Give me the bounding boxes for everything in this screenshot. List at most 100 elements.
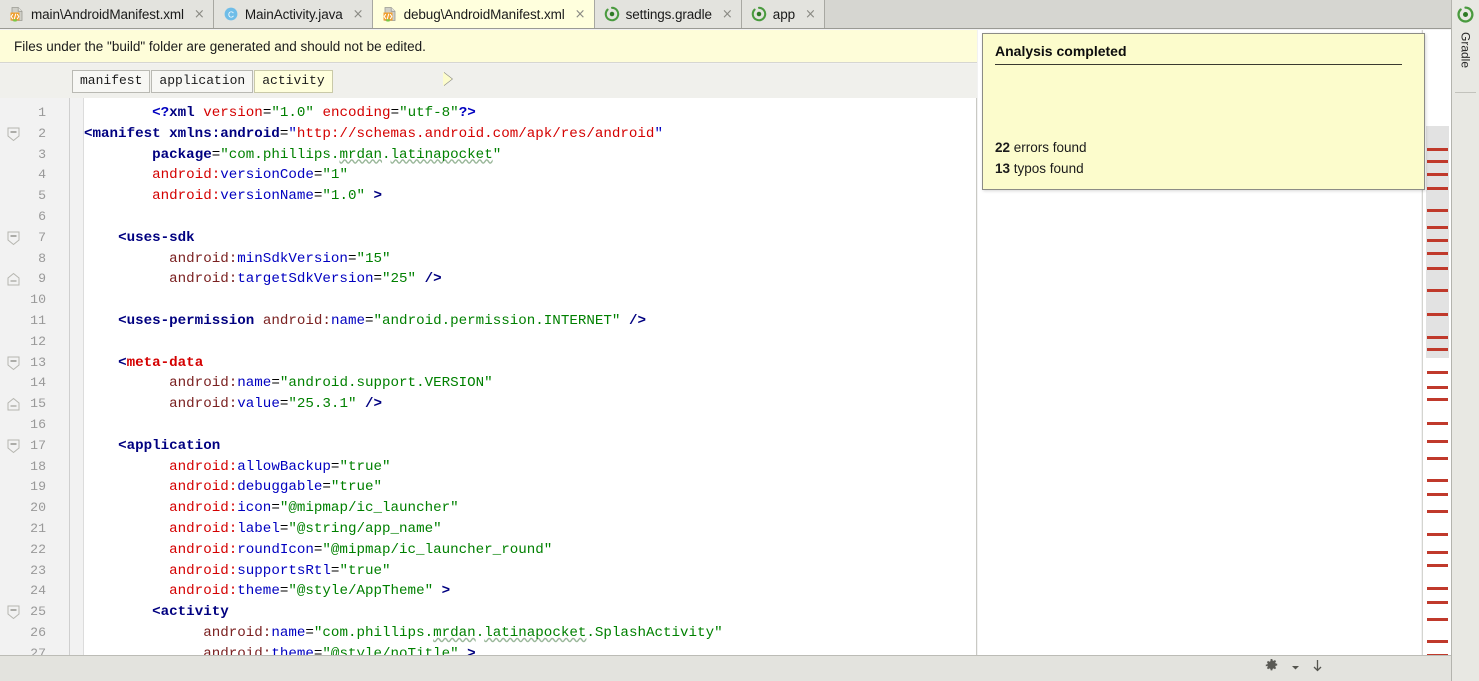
line-number: 16 [30,417,46,432]
fold-end-icon[interactable] [6,397,21,412]
stripe-error-marker[interactable] [1427,533,1448,536]
typos-count: 13 [995,161,1011,176]
stripe-error-marker[interactable] [1427,457,1448,460]
fold-collapse-icon[interactable] [6,127,21,142]
inspection-error-stripe[interactable]: ! [1422,30,1451,673]
code-line: android:versionCode="1" [152,167,348,184]
stripe-error-marker[interactable] [1427,493,1448,496]
tooltip-pointer [443,72,452,86]
status-bar [0,655,1451,681]
code-line: <manifest xmlns:android="http://schemas.… [84,125,663,142]
close-icon[interactable]: × [353,8,364,21]
stripe-error-marker[interactable] [1427,386,1448,389]
stripe-error-marker[interactable] [1427,239,1448,242]
code-line: android:versionName="1.0" > [152,188,383,205]
code-line: android:label="@string/app_name" [169,521,442,537]
code-line: <meta-data [118,354,204,371]
code-line: android:minSdkVersion="15" [169,250,391,267]
stripe-error-marker[interactable] [1427,226,1448,229]
stripe-error-marker[interactable] [1427,551,1448,554]
editor-tab-4[interactable]: app × [741,0,825,28]
stripe-error-marker[interactable] [1427,348,1448,351]
editor-tab-2[interactable]: debug\AndroidManifest.xml × [372,0,595,28]
fold-collapse-icon[interactable] [6,439,21,454]
gradle-icon [604,6,620,22]
line-number: 11 [30,313,46,328]
code-line: <activity [152,604,229,621]
stripe-error-marker[interactable] [1427,510,1448,513]
code-line: android:icon="@mipmap/ic_launcher" [169,500,459,517]
editor-tab-3[interactable]: settings.gradle × [594,0,742,28]
line-number: 8 [38,250,46,266]
editor-tab-label: debug\AndroidManifest.xml [403,6,565,22]
arrow-down-icon[interactable] [1312,659,1323,678]
stripe-error-marker[interactable] [1427,289,1448,292]
stripe-error-marker[interactable] [1427,479,1448,482]
stripe-error-marker[interactable] [1427,252,1448,255]
close-icon[interactable]: × [805,8,816,21]
stripe-error-marker[interactable] [1427,640,1448,643]
code-line: <application [118,437,221,454]
tool-window-button-gradle[interactable]: Gradle [1452,2,1479,69]
fold-guide-line [69,98,70,668]
android-xml-icon [382,6,398,22]
gear-icon[interactable] [1264,658,1279,678]
code-line: android:debuggable="true" [169,479,383,496]
tool-window-label-gradle: Gradle [1458,32,1473,69]
stripe-error-marker[interactable] [1427,618,1448,621]
code-line: <?xml version="1.0" encoding="utf-8"?> [152,105,476,121]
editor-tab-bar: main\AndroidManifest.xml × C MainActivity.j… [0,0,1451,29]
close-icon[interactable]: × [194,8,205,21]
errors-count: 22 [995,140,1011,155]
stripe-error-marker[interactable] [1427,187,1448,190]
stripe-error-marker[interactable] [1427,267,1448,270]
fold-collapse-icon[interactable] [6,605,21,620]
stripe-error-marker[interactable] [1427,209,1448,212]
stripe-error-marker[interactable] [1427,148,1448,151]
fold-end-icon[interactable] [6,272,21,287]
stripe-error-marker[interactable] [1427,564,1448,567]
stripe-error-marker[interactable] [1427,587,1448,590]
line-number: 26 [30,625,46,640]
code-line: <uses-sdk [118,229,195,246]
stripe-error-marker[interactable] [1427,160,1448,163]
stripe-error-marker[interactable] [1427,371,1448,374]
stripe-error-marker[interactable] [1427,336,1448,339]
stripe-error-marker[interactable] [1427,313,1448,316]
android-xml-icon [9,6,25,22]
fold-collapse-icon[interactable] [6,356,21,371]
code-folding-gutter[interactable] [56,98,84,668]
breadcrumb: manifest application activity [0,64,977,98]
line-number: 20 [30,500,46,516]
analysis-tooltip: Analysis completed 22 errors found 13 ty… [982,33,1425,190]
stripe-error-marker[interactable] [1427,601,1448,604]
close-icon[interactable]: × [722,8,733,21]
gradle-icon [1457,6,1474,28]
code-editor[interactable]: <?xml version="1.0" encoding="utf-8"?> <m… [0,98,977,668]
stripe-error-marker[interactable] [1427,173,1448,176]
editor-tab-label: app [772,6,796,22]
code-line: android:supportsRtl="true" [169,562,391,579]
code-text-area[interactable]: <?xml version="1.0" encoding="utf-8"?> <m… [84,98,976,668]
fold-collapse-icon[interactable] [6,231,21,246]
tool-strip-divider [1455,92,1476,93]
line-number: 6 [38,209,46,224]
code-line: android:roundIcon="@mipmap/ic_launcher_r… [169,541,553,558]
close-icon[interactable]: × [575,8,586,21]
line-number: 5 [38,188,46,204]
stripe-error-marker[interactable] [1427,440,1448,443]
stripe-error-marker[interactable] [1427,398,1448,401]
stripe-error-marker[interactable] [1427,422,1448,425]
line-number: 19 [30,479,46,495]
editor-tab-1[interactable]: C MainActivity.java × [213,0,373,28]
breadcrumb-item-1[interactable]: application [151,69,254,93]
line-number: 24 [30,583,46,599]
chevron-down-icon[interactable] [1291,659,1300,677]
breadcrumb-item-0[interactable]: manifest [72,69,151,93]
code-line: android:name="com.phillips.mrdan.latinap… [203,625,723,641]
editor-tab-0[interactable]: main\AndroidManifest.xml × [0,0,214,28]
breadcrumb-item-2[interactable]: activity [254,69,333,93]
gradle-icon [751,6,767,22]
banner-message: Files under the "build" folder are gener… [14,38,426,54]
tooltip-summary: 22 errors found 13 typos found [995,137,1087,179]
